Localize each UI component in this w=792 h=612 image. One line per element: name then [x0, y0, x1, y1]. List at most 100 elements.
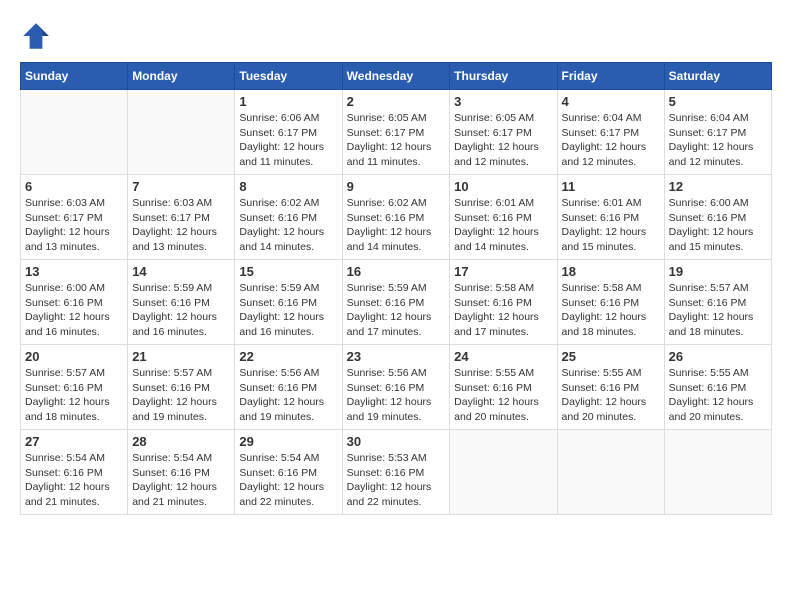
day-detail: Sunrise: 6:06 AM Sunset: 6:17 PM Dayligh… [239, 111, 337, 170]
day-detail: Sunrise: 5:55 AM Sunset: 6:16 PM Dayligh… [562, 366, 660, 425]
calendar-cell: 20 Sunrise: 5:57 AM Sunset: 6:16 PM Dayli… [21, 345, 128, 430]
day-number: 22 [239, 349, 337, 364]
day-detail: Sunrise: 5:55 AM Sunset: 6:16 PM Dayligh… [454, 366, 552, 425]
day-detail: Sunrise: 6:00 AM Sunset: 6:16 PM Dayligh… [669, 196, 767, 255]
day-number: 19 [669, 264, 767, 279]
day-number: 15 [239, 264, 337, 279]
day-number: 4 [562, 94, 660, 109]
calendar-cell: 12 Sunrise: 6:00 AM Sunset: 6:16 PM Dayli… [664, 175, 771, 260]
calendar-cell: 8 Sunrise: 6:02 AM Sunset: 6:16 PM Daylig… [235, 175, 342, 260]
day-number: 13 [25, 264, 123, 279]
day-number: 27 [25, 434, 123, 449]
calendar-cell: 26 Sunrise: 5:55 AM Sunset: 6:16 PM Dayli… [664, 345, 771, 430]
calendar-cell [128, 90, 235, 175]
calendar-cell [557, 430, 664, 515]
calendar-cell: 25 Sunrise: 5:55 AM Sunset: 6:16 PM Dayli… [557, 345, 664, 430]
calendar-cell: 14 Sunrise: 5:59 AM Sunset: 6:16 PM Dayli… [128, 260, 235, 345]
column-header-sunday: Sunday [21, 63, 128, 90]
day-detail: Sunrise: 6:05 AM Sunset: 6:17 PM Dayligh… [454, 111, 552, 170]
calendar-cell: 19 Sunrise: 5:57 AM Sunset: 6:16 PM Dayli… [664, 260, 771, 345]
calendar-cell: 28 Sunrise: 5:54 AM Sunset: 6:16 PM Dayli… [128, 430, 235, 515]
calendar-cell: 4 Sunrise: 6:04 AM Sunset: 6:17 PM Daylig… [557, 90, 664, 175]
day-detail: Sunrise: 5:54 AM Sunset: 6:16 PM Dayligh… [239, 451, 337, 510]
day-detail: Sunrise: 5:57 AM Sunset: 6:16 PM Dayligh… [25, 366, 123, 425]
calendar-cell [21, 90, 128, 175]
calendar-cell: 10 Sunrise: 6:01 AM Sunset: 6:16 PM Dayli… [450, 175, 557, 260]
column-header-friday: Friday [557, 63, 664, 90]
day-detail: Sunrise: 6:02 AM Sunset: 6:16 PM Dayligh… [239, 196, 337, 255]
day-detail: Sunrise: 6:01 AM Sunset: 6:16 PM Dayligh… [454, 196, 552, 255]
day-number: 2 [347, 94, 446, 109]
day-number: 12 [669, 179, 767, 194]
day-number: 6 [25, 179, 123, 194]
calendar-cell: 17 Sunrise: 5:58 AM Sunset: 6:16 PM Dayli… [450, 260, 557, 345]
calendar-cell: 7 Sunrise: 6:03 AM Sunset: 6:17 PM Daylig… [128, 175, 235, 260]
day-detail: Sunrise: 6:01 AM Sunset: 6:16 PM Dayligh… [562, 196, 660, 255]
calendar-cell: 2 Sunrise: 6:05 AM Sunset: 6:17 PM Daylig… [342, 90, 450, 175]
calendar-cell [450, 430, 557, 515]
day-number: 28 [132, 434, 230, 449]
page-header [20, 20, 772, 52]
day-detail: Sunrise: 5:53 AM Sunset: 6:16 PM Dayligh… [347, 451, 446, 510]
day-detail: Sunrise: 6:05 AM Sunset: 6:17 PM Dayligh… [347, 111, 446, 170]
column-header-tuesday: Tuesday [235, 63, 342, 90]
calendar-cell: 15 Sunrise: 5:59 AM Sunset: 6:16 PM Dayli… [235, 260, 342, 345]
calendar-cell: 9 Sunrise: 6:02 AM Sunset: 6:16 PM Daylig… [342, 175, 450, 260]
day-number: 9 [347, 179, 446, 194]
column-header-monday: Monday [128, 63, 235, 90]
calendar-cell: 29Sunrise: 5:54 AM Sunset: 6:16 PM Dayli… [235, 430, 342, 515]
day-detail: Sunrise: 6:03 AM Sunset: 6:17 PM Dayligh… [25, 196, 123, 255]
day-detail: Sunrise: 6:00 AM Sunset: 6:16 PM Dayligh… [25, 281, 123, 340]
week-row-2: 6 Sunrise: 6:03 AM Sunset: 6:17 PM Daylig… [21, 175, 772, 260]
day-number: 17 [454, 264, 552, 279]
day-number: 11 [562, 179, 660, 194]
calendar-cell: 13 Sunrise: 6:00 AM Sunset: 6:16 PM Dayli… [21, 260, 128, 345]
day-detail: Sunrise: 5:59 AM Sunset: 6:16 PM Dayligh… [347, 281, 446, 340]
day-detail: Sunrise: 6:02 AM Sunset: 6:16 PM Dayligh… [347, 196, 446, 255]
calendar-cell: 30Sunrise: 5:53 AM Sunset: 6:16 PM Dayli… [342, 430, 450, 515]
column-header-wednesday: Wednesday [342, 63, 450, 90]
day-detail: Sunrise: 5:59 AM Sunset: 6:16 PM Dayligh… [239, 281, 337, 340]
day-number: 5 [669, 94, 767, 109]
day-number: 25 [562, 349, 660, 364]
day-detail: Sunrise: 5:58 AM Sunset: 6:16 PM Dayligh… [454, 281, 552, 340]
calendar-cell: 21Sunrise: 5:57 AM Sunset: 6:16 PM Dayli… [128, 345, 235, 430]
day-number: 7 [132, 179, 230, 194]
day-number: 14 [132, 264, 230, 279]
day-number: 10 [454, 179, 552, 194]
day-number: 24 [454, 349, 552, 364]
week-row-5: 27 Sunrise: 5:54 AM Sunset: 6:16 PM Dayli… [21, 430, 772, 515]
day-detail: Sunrise: 5:54 AM Sunset: 6:16 PM Dayligh… [132, 451, 230, 510]
logo [20, 20, 56, 52]
day-detail: Sunrise: 6:04 AM Sunset: 6:17 PM Dayligh… [669, 111, 767, 170]
calendar-table: SundayMondayTuesdayWednesdayThursdayFrid… [20, 62, 772, 515]
calendar-cell: 6 Sunrise: 6:03 AM Sunset: 6:17 PM Daylig… [21, 175, 128, 260]
calendar-cell: 3 Sunrise: 6:05 AM Sunset: 6:17 PM Daylig… [450, 90, 557, 175]
day-number: 1 [239, 94, 337, 109]
day-detail: Sunrise: 5:55 AM Sunset: 6:16 PM Dayligh… [669, 366, 767, 425]
logo-icon [20, 20, 52, 52]
day-number: 3 [454, 94, 552, 109]
calendar-cell: 18Sunrise: 5:58 AM Sunset: 6:16 PM Dayli… [557, 260, 664, 345]
day-number: 8 [239, 179, 337, 194]
day-detail: Sunrise: 6:04 AM Sunset: 6:17 PM Dayligh… [562, 111, 660, 170]
day-detail: Sunrise: 5:54 AM Sunset: 6:16 PM Dayligh… [25, 451, 123, 510]
calendar-cell: 1 Sunrise: 6:06 AM Sunset: 6:17 PM Daylig… [235, 90, 342, 175]
day-number: 26 [669, 349, 767, 364]
day-number: 20 [25, 349, 123, 364]
day-number: 16 [347, 264, 446, 279]
day-number: 21 [132, 349, 230, 364]
calendar-cell: 23Sunrise: 5:56 AM Sunset: 6:16 PM Dayli… [342, 345, 450, 430]
day-detail: Sunrise: 6:03 AM Sunset: 6:17 PM Dayligh… [132, 196, 230, 255]
calendar-cell: 5 Sunrise: 6:04 AM Sunset: 6:17 PM Daylig… [664, 90, 771, 175]
day-detail: Sunrise: 5:56 AM Sunset: 6:16 PM Dayligh… [239, 366, 337, 425]
calendar-cell: 22 Sunrise: 5:56 AM Sunset: 6:16 PM Dayli… [235, 345, 342, 430]
week-row-1: 1 Sunrise: 6:06 AM Sunset: 6:17 PM Daylig… [21, 90, 772, 175]
day-detail: Sunrise: 5:59 AM Sunset: 6:16 PM Dayligh… [132, 281, 230, 340]
day-number: 23 [347, 349, 446, 364]
calendar-cell: 24 Sunrise: 5:55 AM Sunset: 6:16 PM Dayli… [450, 345, 557, 430]
day-detail: Sunrise: 5:57 AM Sunset: 6:16 PM Dayligh… [669, 281, 767, 340]
week-row-3: 13 Sunrise: 6:00 AM Sunset: 6:16 PM Dayli… [21, 260, 772, 345]
calendar-cell: 27 Sunrise: 5:54 AM Sunset: 6:16 PM Dayli… [21, 430, 128, 515]
column-header-saturday: Saturday [664, 63, 771, 90]
